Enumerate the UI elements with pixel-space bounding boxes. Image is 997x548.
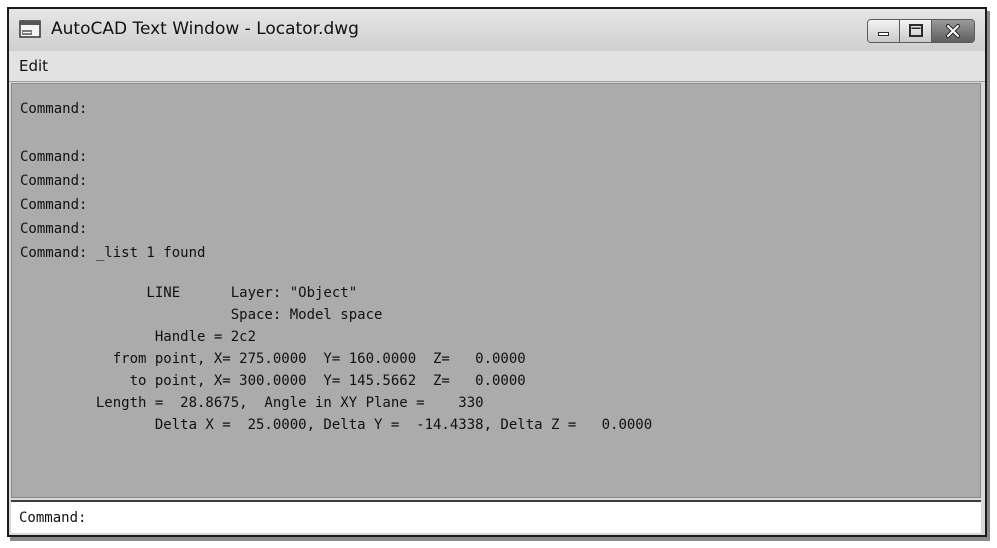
menu-edit[interactable]: Edit [19,57,48,75]
history-line: Command: [20,101,88,117]
window-title: AutoCAD Text Window - Locator.dwg [51,19,359,39]
command-history[interactable]: Command: Command: Command: Command: Comm… [11,83,981,498]
history-line: Handle = 2c2 [20,329,257,345]
history-line: Command: [20,221,88,237]
menu-bar: Edit [9,51,985,82]
history-line: to point, X= 300.0000 Y= 145.5662 Z= 0.0… [20,373,526,389]
minimize-icon [878,32,889,36]
history-line: Space: Model space [20,307,383,323]
history-line: Length = 28.8675, Angle in XY Plane = 33… [20,395,484,411]
history-line: Command: _list 1 found [20,245,206,261]
history-line: LINE Layer: "Object" [20,285,358,301]
history-line: Command: [20,173,88,189]
close-button[interactable] [932,20,974,42]
command-prompt: Command: [19,510,87,526]
text-window: AutoCAD Text Window - Locator.dwg Edit C… [7,7,987,537]
history-line: from point, X= 275.0000 Y= 160.0000 Z= 0… [20,351,526,367]
history-line: Command: [20,197,88,213]
window-controls [867,19,975,43]
minimize-button[interactable] [868,20,900,42]
text-window-icon [19,20,41,38]
history-line: Delta X = 25.0000, Delta Y = -14.4338, D… [20,417,653,433]
command-input[interactable]: Command: [11,500,981,533]
title-bar[interactable]: AutoCAD Text Window - Locator.dwg [9,9,985,51]
maximize-button[interactable] [900,20,932,42]
maximize-icon [909,24,923,37]
history-line: Command: [20,149,88,165]
close-icon [946,24,960,38]
